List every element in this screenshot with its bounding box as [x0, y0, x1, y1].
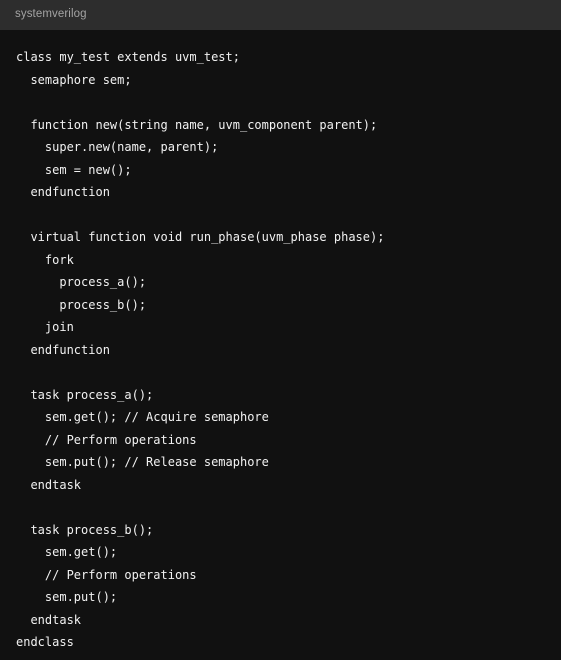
code-line: fork [16, 252, 74, 267]
language-label: systemverilog [15, 8, 87, 21]
code-line: semaphore sem; [16, 72, 132, 87]
code-line: process_b(); [16, 297, 147, 312]
code-line: join [16, 320, 74, 334]
code-line: sem.put(); [16, 590, 118, 604]
code-line: // Perform operations [16, 432, 197, 447]
code-line: endfunction [16, 185, 110, 199]
code-line: function new(string name, uvm_component … [16, 117, 378, 132]
code-line: task process_a(); [16, 387, 154, 402]
code-line: // Perform operations [16, 567, 197, 582]
code-block-header: systemverilog [0, 0, 561, 30]
code-content-area[interactable]: class my_test extends uvm_test; semaphor… [0, 30, 561, 660]
code-line: class my_test extends uvm_test; [16, 50, 240, 64]
code-line: endtask [16, 477, 82, 492]
code-block: systemverilog class my_test extends uvm_… [0, 0, 561, 660]
code-line: sem.put(); // Release semaphore [16, 455, 269, 469]
code-line: sem.get(); [16, 545, 118, 559]
code-line: sem.get(); // Acquire semaphore [16, 410, 269, 424]
code-line: virtual function void run_phase(uvm_phas… [16, 230, 385, 244]
code-line: task process_b(); [16, 522, 154, 537]
code-line: endtask [16, 612, 82, 627]
code-line: process_a(); [16, 275, 147, 289]
code-line: super.new(name, parent); [16, 140, 219, 154]
code-line: endclass [16, 635, 74, 649]
code-line: sem = new(); [16, 162, 132, 177]
source-code[interactable]: class my_test extends uvm_test; semaphor… [16, 46, 549, 654]
code-line: endfunction [16, 342, 110, 357]
